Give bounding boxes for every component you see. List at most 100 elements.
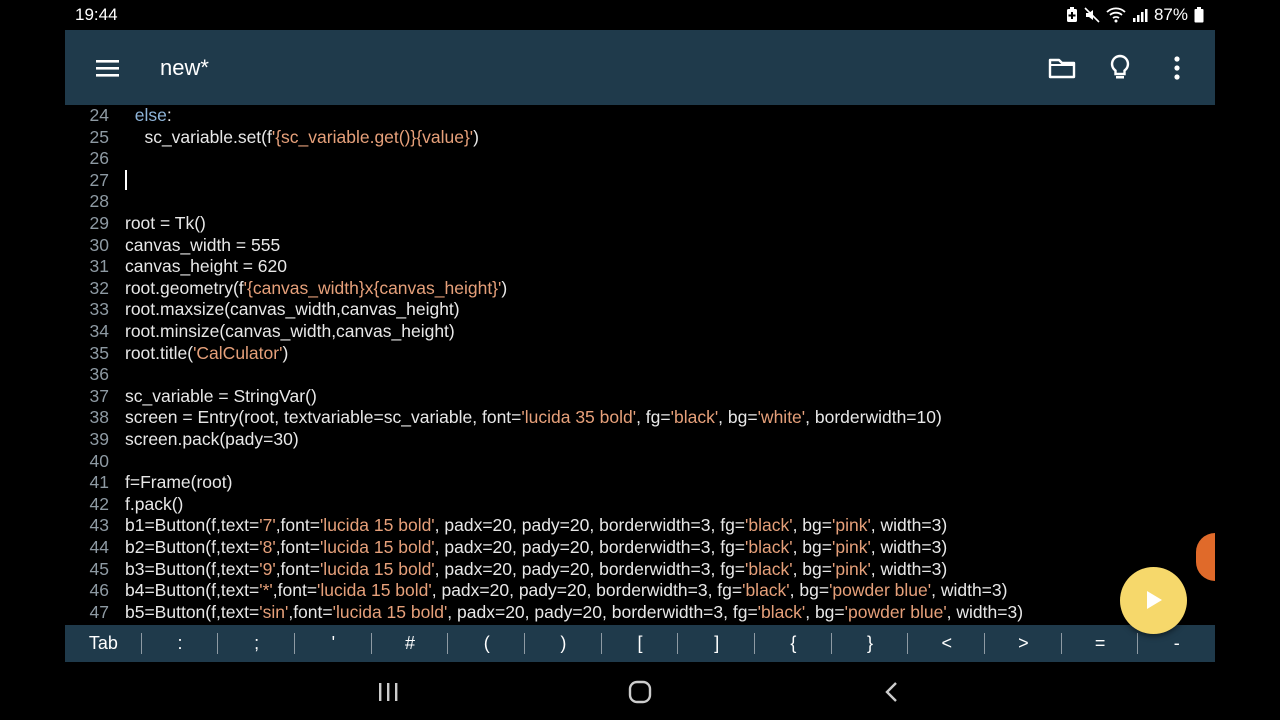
code-token: b5=Button(f,text= <box>125 601 260 622</box>
code-line[interactable]: 36 <box>65 364 1215 386</box>
string-token: 'powder blue' <box>844 601 947 622</box>
line-code: b3=Button(f,text='9',font='lucida 15 bol… <box>125 559 947 581</box>
code-line[interactable]: 27 <box>65 170 1215 192</box>
code-token: , width=3) <box>931 580 1008 601</box>
code-editor[interactable]: 24 else: 25 sc_variable.set(f'{sc_variabl… <box>65 105 1215 625</box>
code-line[interactable]: 46 b4=Button(f,text='*',font='lucida 15 b… <box>65 580 1215 602</box>
line-code: f.pack() <box>125 494 183 516</box>
code-line[interactable]: 35 root.title('CalCulator') <box>65 343 1215 365</box>
lightbulb-icon[interactable] <box>1104 52 1136 84</box>
run-button[interactable] <box>1120 567 1187 634</box>
line-code: sc_variable = StringVar() <box>125 386 317 408</box>
code-line[interactable]: 47 b5=Button(f,text='sin',font='lucida 15… <box>65 602 1215 624</box>
string-token: 'black' <box>745 558 793 579</box>
line-number: 35 <box>89 342 109 363</box>
code-line[interactable]: 32 root.geometry(f'{canvas_width}x{canvas… <box>65 278 1215 300</box>
key-3[interactable]: ' <box>295 625 372 662</box>
code-token: ) <box>282 342 289 363</box>
string-token: 'lucida 35 bold' <box>521 407 637 428</box>
code-token: screen.pack(pady=30) <box>125 429 299 449</box>
key-7[interactable]: [ <box>602 625 679 662</box>
status-icons: 87% <box>1066 5 1204 25</box>
key-10[interactable]: } <box>832 625 909 662</box>
menu-icon[interactable] <box>95 57 121 79</box>
code-line[interactable]: 33 root.maxsize(canvas_width,canvas_heigh… <box>65 299 1215 321</box>
string-token: 'white' <box>757 407 806 428</box>
line-code: sc_variable.set(f'{sc_variable.get()}{va… <box>125 127 479 149</box>
line-code: root = Tk() <box>125 213 206 235</box>
code-line[interactable]: 25 sc_variable.set(f'{sc_variable.get()}… <box>65 127 1215 149</box>
key-13[interactable]: = <box>1062 625 1139 662</box>
code-token: , width=3) <box>870 515 948 536</box>
code-token: , padx=20, pady=20, borderwidth=3, fg= <box>434 537 746 557</box>
string-token: 'black' <box>742 580 790 601</box>
code-line[interactable]: 40 <box>65 451 1215 473</box>
code-line[interactable]: 24 else: <box>65 105 1215 127</box>
code-line[interactable]: 30 canvas_width = 555 <box>65 235 1215 257</box>
key-2[interactable]: ; <box>218 625 295 662</box>
more-vert-icon[interactable] <box>1161 52 1193 84</box>
code-line[interactable]: 39 screen.pack(pady=30) <box>65 429 1215 451</box>
code-line[interactable]: 42 f.pack() <box>65 494 1215 516</box>
key-5[interactable]: ( <box>448 625 525 662</box>
code-token: root.geometry(f <box>125 277 244 298</box>
string-token: '9' <box>259 558 276 579</box>
code-line[interactable]: 26 <box>65 148 1215 170</box>
code-token: , bg= <box>789 580 830 601</box>
line-code: b5=Button(f,text='sin',font='lucida 15 b… <box>125 602 1023 624</box>
code-token: canvas_width = 555 <box>125 234 281 255</box>
code-token: , bg= <box>792 558 832 579</box>
string-token: '7' <box>259 515 276 536</box>
code-line[interactable]: 41 f=Frame(root) <box>65 472 1215 494</box>
line-number: 36 <box>89 364 109 385</box>
key-8[interactable]: ] <box>678 625 755 662</box>
folder-icon[interactable] <box>1046 52 1078 84</box>
home-icon[interactable] <box>625 678 655 706</box>
line-number: 33 <box>89 299 109 320</box>
code-line[interactable]: 45 b3=Button(f,text='9',font='lucida 15 b… <box>65 559 1215 581</box>
recent-apps-icon[interactable] <box>373 678 403 706</box>
code-token: , padx=20, pady=20, borderwidth=3, fg= <box>447 601 758 622</box>
key-4[interactable]: # <box>372 625 449 662</box>
code-line[interactable]: 44 b2=Button(f,text='8',font='lucida 15 b… <box>65 537 1215 559</box>
code-line[interactable]: 43 b1=Button(f,text='7',font='lucida 15 b… <box>65 515 1215 537</box>
string-token: 'lucida 15 bold' <box>332 601 448 622</box>
line-number: 32 <box>89 277 109 298</box>
key-6[interactable]: ) <box>525 625 602 662</box>
code-line[interactable]: 38 screen = Entry(root, textvariable=sc_v… <box>65 407 1215 429</box>
code-token: , bg= <box>792 537 832 557</box>
key-9[interactable]: { <box>755 625 832 662</box>
back-icon[interactable] <box>877 678 907 706</box>
string-token: 'sin' <box>259 601 289 622</box>
code-token: sc_variable = StringVar() <box>125 385 317 406</box>
code-line[interactable]: 29 root = Tk() <box>65 213 1215 235</box>
line-number: 38 <box>89 407 109 428</box>
string-token: 'CalCulator' <box>193 342 283 363</box>
key-1[interactable]: : <box>142 625 219 662</box>
code-token: , borderwidth=10) <box>805 407 942 428</box>
code-line[interactable]: 34 root.minsize(canvas_width,canvas_heigh… <box>65 321 1215 343</box>
line-number: 24 <box>89 105 109 125</box>
string-token: '{sc_variable.get()}{value}' <box>271 126 474 147</box>
code-token: ,font= <box>275 537 320 557</box>
code-line[interactable]: 28 <box>65 191 1215 213</box>
string-token: 'black' <box>757 601 806 622</box>
status-time: 19:44 <box>75 5 118 24</box>
system-nav-bar <box>0 662 1280 720</box>
code-token: , bg= <box>792 515 832 536</box>
line-number: 27 <box>89 169 109 190</box>
line-code: else: <box>125 105 172 127</box>
code-line[interactable]: 37 sc_variable = StringVar() <box>65 386 1215 408</box>
battery-icon <box>1194 7 1204 23</box>
key-12[interactable]: > <box>985 625 1062 662</box>
key-0[interactable]: Tab <box>65 625 142 662</box>
signal-icon <box>1132 9 1148 22</box>
mute-icon <box>1084 7 1100 23</box>
line-number: 25 <box>89 126 109 147</box>
string-token: 'black' <box>670 407 719 428</box>
code-line[interactable]: 31 canvas_height = 620 <box>65 256 1215 278</box>
line-code: canvas_width = 555 <box>125 235 280 257</box>
key-11[interactable]: < <box>908 625 985 662</box>
string-token: 'lucida 15 bold' <box>319 558 435 579</box>
